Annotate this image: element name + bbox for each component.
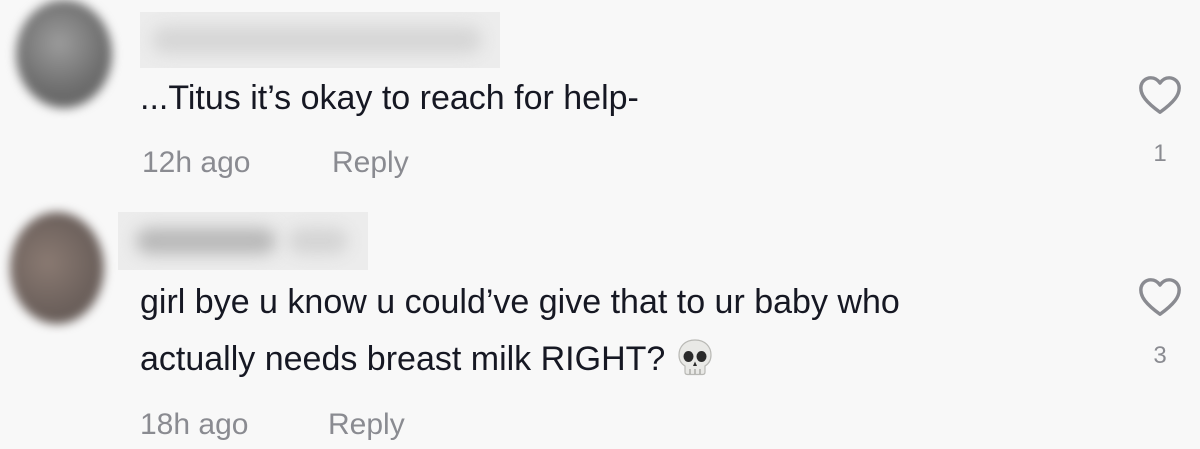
like-button[interactable] bbox=[1137, 73, 1183, 119]
comment-text: ...Titus it’s okay to reach for help- bbox=[140, 79, 639, 117]
username-redacted[interactable] bbox=[118, 212, 368, 270]
avatar[interactable] bbox=[10, 212, 104, 324]
reply-button[interactable]: Reply bbox=[332, 146, 409, 180]
comment-timestamp: 12h ago bbox=[142, 146, 251, 179]
like-count: 3 bbox=[1153, 342, 1167, 369]
comment-item: girl bye u know u could’ve give that to … bbox=[0, 200, 1200, 449]
heart-icon bbox=[1139, 278, 1181, 317]
skull-icon bbox=[678, 339, 712, 376]
comment-text-line-1: girl bye u know u could’ve give that to … bbox=[140, 283, 900, 321]
comment-timestamp: 18h ago bbox=[140, 408, 249, 441]
comment-text-line-2: actually needs breast milk RIGHT? bbox=[140, 333, 713, 385]
heart-icon bbox=[1139, 76, 1181, 115]
avatar[interactable] bbox=[16, 0, 112, 108]
reply-button[interactable]: Reply bbox=[328, 408, 405, 442]
like-button[interactable] bbox=[1137, 275, 1183, 321]
like-count: 1 bbox=[1153, 140, 1167, 167]
comment-text-line-2-content: actually needs breast milk RIGHT? bbox=[140, 340, 666, 378]
username-redacted[interactable] bbox=[140, 12, 500, 68]
comment-item: ...Titus it’s okay to reach for help- 12… bbox=[0, 0, 1200, 200]
